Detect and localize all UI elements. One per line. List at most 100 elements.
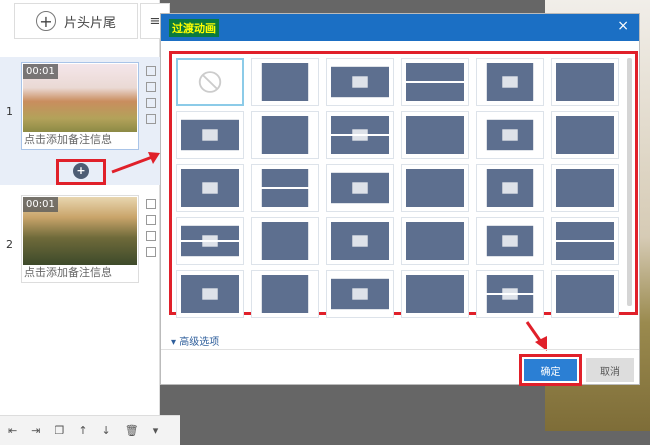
transition-arc[interactable] <box>251 270 319 318</box>
copy-icon[interactable] <box>146 199 156 209</box>
circle-icon <box>556 63 614 101</box>
transition-dissolve[interactable] <box>401 111 469 159</box>
export-icon[interactable]: ⇥ <box>31 424 40 437</box>
transition-split-vertical[interactable] <box>326 270 394 318</box>
confirm-button[interactable]: 确定 <box>524 359 577 381</box>
zigzag-left-icon <box>181 169 239 207</box>
arc-icon <box>261 275 309 313</box>
music-list-icon: ≡ <box>149 13 161 29</box>
transition-trapezoid[interactable] <box>251 217 319 265</box>
ripple-icon <box>181 119 239 151</box>
transition-checkerboard[interactable] <box>401 58 469 106</box>
move-down-icon[interactable]: ↓ <box>102 424 111 437</box>
export-icon[interactable] <box>146 98 156 108</box>
transition-dialog: 过渡动画 × ▾ 高级选项 确定 取消 <box>160 13 640 386</box>
expand-cross-icon <box>256 169 314 207</box>
intro-outro-button[interactable]: + 片头片尾 <box>14 3 138 39</box>
transition-door-open[interactable] <box>476 111 544 159</box>
copy-icon[interactable]: ❐ <box>54 424 64 437</box>
transition-circle[interactable] <box>551 58 619 106</box>
scrollbar[interactable] <box>627 58 632 306</box>
blinds-horizontal-icon <box>331 172 389 204</box>
transition-pinwheel[interactable] <box>476 58 544 106</box>
transition-none[interactable] <box>176 58 244 106</box>
advanced-options-toggle[interactable]: ▾ 高级选项 <box>171 333 219 348</box>
slide-thumbnail[interactable]: 00:01 点击添加备注信息 <box>21 62 139 150</box>
dropdown-icon[interactable]: ▾ <box>153 424 159 437</box>
export-icon[interactable] <box>146 231 156 241</box>
pinwheel-icon <box>486 63 534 101</box>
import-icon[interactable]: ⇤ <box>8 424 17 437</box>
door-open-icon <box>486 119 534 151</box>
transition-vertical-blinds[interactable] <box>476 217 544 265</box>
dialog-title: 过渡动画 <box>169 19 219 37</box>
transition-split-horizontal[interactable] <box>176 270 244 318</box>
diamond-expand-icon <box>556 169 614 207</box>
transition-bowtie[interactable] <box>401 270 469 318</box>
transition-wave[interactable] <box>326 58 394 106</box>
transition-perspective[interactable] <box>476 270 544 318</box>
dissolve-icon <box>406 116 464 154</box>
lines-icon <box>486 169 534 207</box>
transition-fold[interactable] <box>551 270 619 318</box>
fade-box-icon <box>556 116 614 154</box>
dots-grid-icon <box>261 116 309 154</box>
transition-diamond-expand[interactable] <box>551 164 619 212</box>
slide-duration: 00:01 <box>23 64 58 79</box>
transition-ripple[interactable] <box>176 111 244 159</box>
transition-grid <box>169 51 638 318</box>
slide-thumbnail[interactable]: 00:01 点击添加备注信息 <box>21 195 139 283</box>
wave-icon <box>331 66 389 98</box>
split-horizontal-icon <box>181 275 239 313</box>
transition-dots-grid[interactable] <box>251 111 319 159</box>
expand-in-icon <box>406 169 464 207</box>
move-up-icon[interactable]: ↑ <box>78 424 87 437</box>
slide-item-2[interactable]: 2 00:01 点击添加备注信息 <box>0 190 160 318</box>
transition-flip[interactable] <box>401 217 469 265</box>
cancel-button[interactable]: 取消 <box>586 358 634 382</box>
scatter-icon <box>181 225 239 257</box>
dialog-titlebar: 过渡动画 × <box>161 14 639 41</box>
fold-icon <box>556 275 614 313</box>
delete-icon[interactable]: 🗑 <box>125 424 139 437</box>
slide-toolbar: ⇤ ⇥ ❐ ↑ ↓ 🗑 ▾ <box>0 415 180 445</box>
transition-scatter[interactable] <box>176 217 244 265</box>
shatter-icon <box>556 222 614 260</box>
slide-note[interactable]: 点击添加备注信息 <box>24 131 112 147</box>
intro-outro-label: 片头片尾 <box>63 15 116 31</box>
slide-note[interactable]: 点击添加备注信息 <box>24 264 112 280</box>
transition-lines[interactable] <box>476 164 544 212</box>
transition-zigzag-left[interactable] <box>176 164 244 212</box>
delete-icon[interactable] <box>146 82 156 92</box>
plus-circle-icon: + <box>35 11 56 31</box>
none-icon <box>198 71 222 93</box>
trapezoid-icon <box>261 222 309 260</box>
delete-icon[interactable] <box>146 215 156 225</box>
transition-shatter[interactable] <box>551 217 619 265</box>
vertical-blinds-icon <box>486 225 534 257</box>
duplicate-icon[interactable] <box>146 247 156 257</box>
transition-blinds-horizontal[interactable] <box>326 164 394 212</box>
advanced-options-label: 高级选项 <box>179 337 220 348</box>
transition-expand-cross[interactable] <box>251 164 319 212</box>
hand-swipe-icon <box>331 116 389 154</box>
perspective-icon <box>481 275 539 313</box>
checkerboard-icon <box>406 63 464 101</box>
close-icon[interactable]: × <box>617 18 629 34</box>
divider <box>161 349 639 350</box>
add-transition-button[interactable]: + <box>73 163 89 179</box>
slide-index: 1 <box>6 105 13 118</box>
copy-icon[interactable] <box>146 66 156 76</box>
bowtie-icon <box>406 275 464 313</box>
push-right-icon <box>261 63 309 101</box>
transition-fade-box[interactable] <box>551 111 619 159</box>
transition-hand-swipe[interactable] <box>326 111 394 159</box>
transition-cube[interactable] <box>326 217 394 265</box>
transition-push-right[interactable] <box>251 58 319 106</box>
slide-duration: 00:01 <box>23 197 58 212</box>
highlight-box: 确定 <box>519 354 582 386</box>
cube-icon <box>331 222 389 260</box>
slide-panel: + 片头片尾 ≡ 1 00:01 点击添加备注信息 + 2 00:01 点击添加… <box>0 0 170 445</box>
duplicate-icon[interactable] <box>146 114 156 124</box>
transition-expand-in[interactable] <box>401 164 469 212</box>
